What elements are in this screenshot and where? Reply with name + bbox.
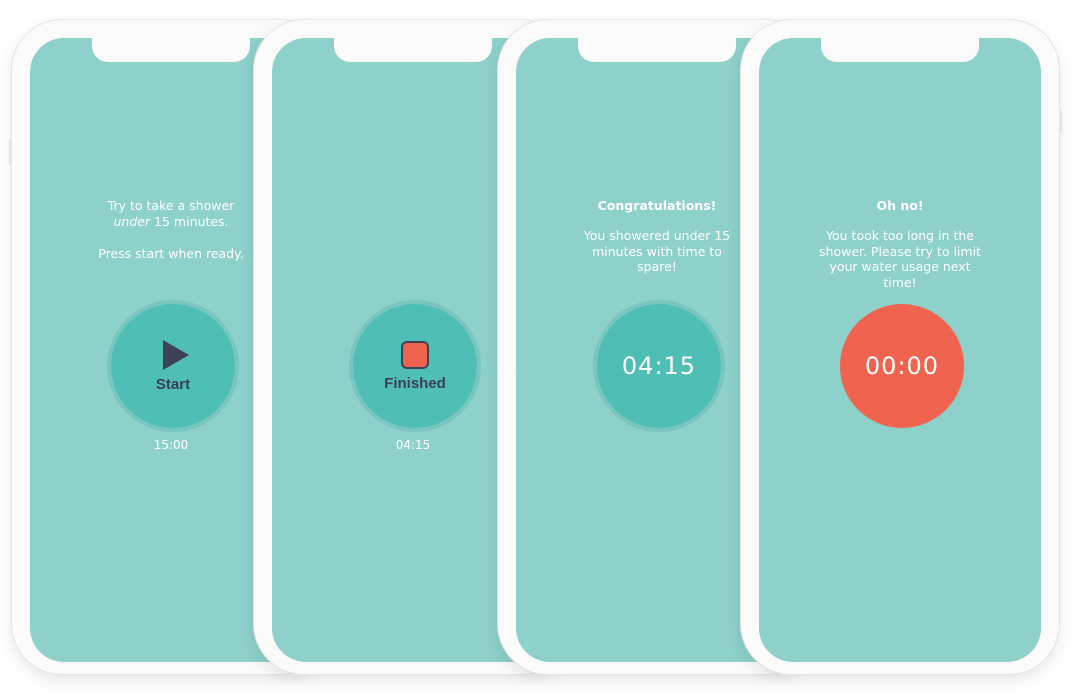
intro-emphasis: under <box>113 213 151 229</box>
intro-line-1: Try to take a shower <box>107 198 235 213</box>
phone-notch <box>92 38 250 62</box>
timer-display-expired: 00:00 <box>840 304 964 428</box>
intro-line-2: 15 minutes. <box>150 213 229 229</box>
start-button[interactable]: Start <box>111 304 235 428</box>
stop-icon <box>401 340 429 369</box>
timer-value: 04:15 <box>621 352 697 380</box>
phone-notch <box>578 38 736 62</box>
fail-message: You took too long in the shower. Please … <box>819 228 981 290</box>
success-message: You showered under 15 minutes with time … <box>583 228 731 274</box>
phone-side-button <box>9 138 12 166</box>
timer-value: 00:00 <box>864 352 940 380</box>
phone-side-button <box>1059 110 1062 134</box>
play-icon <box>163 339 189 370</box>
fail-title: Oh no! <box>876 198 924 213</box>
phone-fail: Oh no! You took too long in the shower. … <box>741 20 1062 674</box>
screen-fail: Oh no! You took too long in the shower. … <box>759 38 1041 662</box>
finished-button[interactable]: Finished <box>353 304 477 428</box>
phone-notch <box>821 38 979 62</box>
start-button-label: Start <box>155 375 191 393</box>
phone-notch <box>334 38 492 62</box>
finished-button-label: Finished <box>384 374 446 392</box>
timer-display: 04:15 <box>597 304 721 428</box>
